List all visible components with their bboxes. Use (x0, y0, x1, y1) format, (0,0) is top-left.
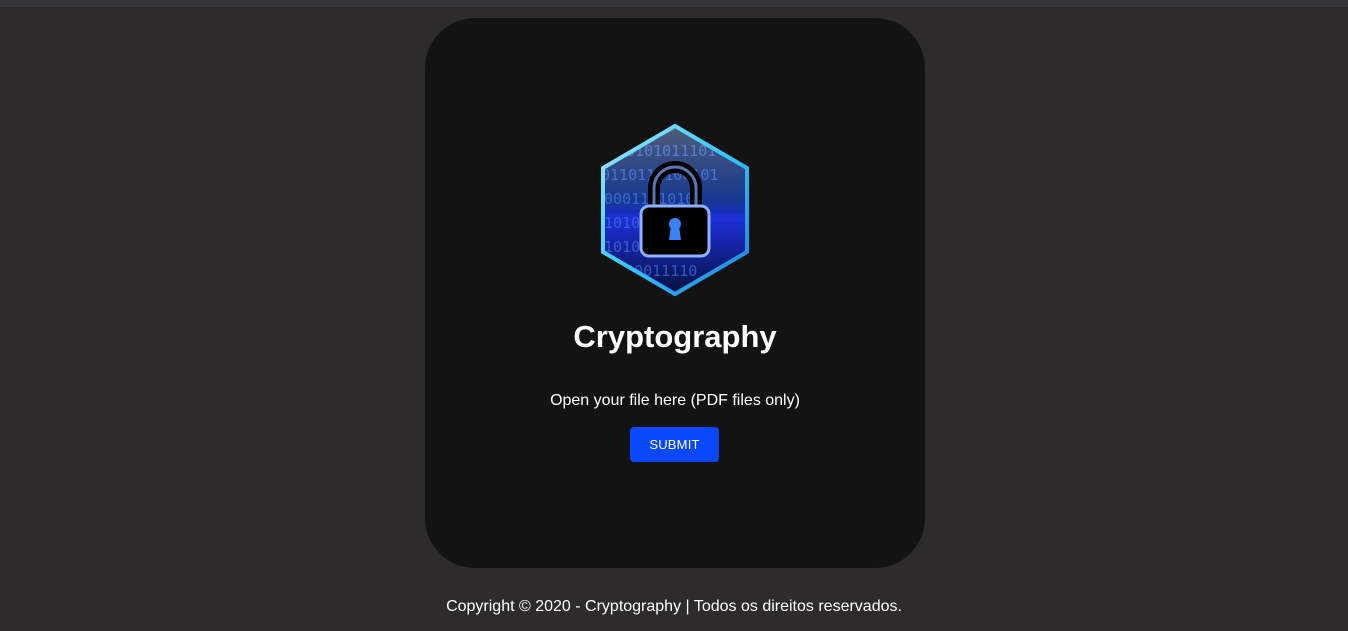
file-input-label[interactable]: Open your file here (PDF files only) (425, 391, 925, 411)
svg-text:0100011110: 0100011110 (607, 262, 697, 280)
page-title: Cryptography (573, 319, 777, 354)
footer-copyright: Copyright © 2020 - Cryptography | Todos … (446, 598, 902, 615)
hexagon-lock-binary-icon: 10101011101 0110110100101 10001101010 01… (601, 123, 749, 297)
browser-top-strip (0, 0, 1348, 7)
submit-button[interactable]: SUBMIT (630, 427, 719, 462)
upload-card: 10101011101 0110110100101 10001101010 01… (425, 18, 925, 568)
